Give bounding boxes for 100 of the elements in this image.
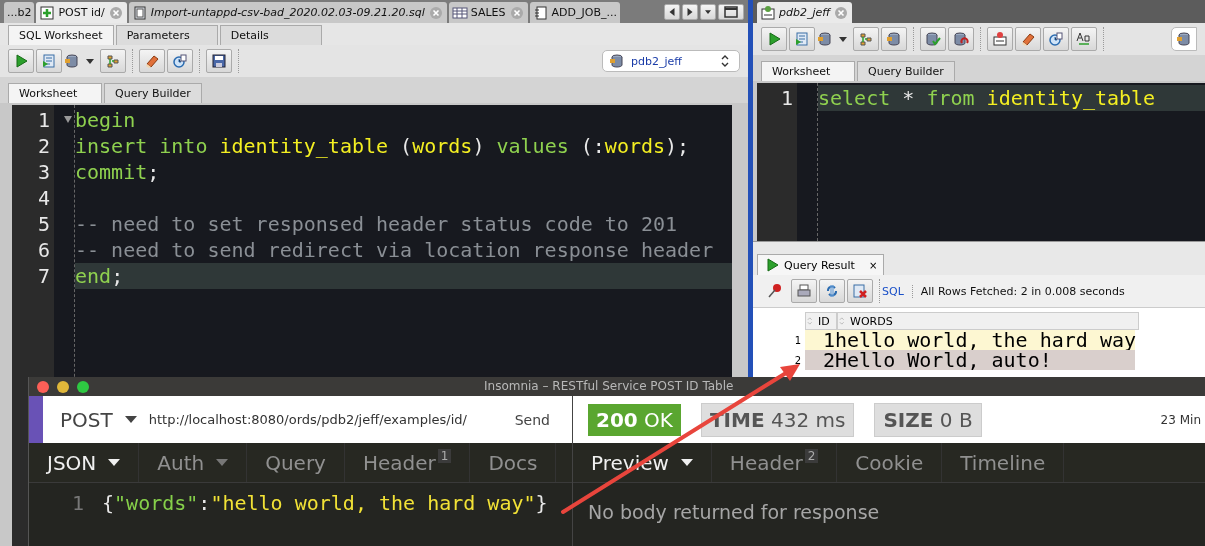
splitter-handle[interactable]: [753, 241, 1205, 252]
sql-file-button[interactable]: [987, 27, 1013, 51]
column-header[interactable]: ID: [805, 312, 837, 330]
refresh-button[interactable]: [819, 279, 845, 303]
tab-list-icon: [705, 7, 711, 16]
worksheet-tab[interactable]: Worksheet: [761, 61, 855, 81]
commit-button[interactable]: [920, 27, 946, 51]
request-tab[interactable]: Timeline: [942, 443, 1065, 482]
window-zoom-button[interactable]: [77, 380, 89, 393]
worksheet-plus-icon: [39, 4, 56, 21]
run-script-button[interactable]: [789, 27, 815, 51]
database-icon[interactable]: [64, 53, 80, 69]
window-minimize-button[interactable]: [57, 380, 69, 393]
close-button[interactable]: ×: [868, 259, 878, 271]
line-number: 5: [36, 211, 51, 237]
delete-button[interactable]: [847, 279, 873, 303]
run-script-icon: [794, 31, 810, 47]
explain-plan-icon: [858, 31, 874, 47]
code-line: select * from identity_table: [818, 86, 1156, 110]
fold-triangle-icon[interactable]: [64, 116, 72, 123]
connection-select[interactable]: pdb2_jeff: [602, 50, 740, 72]
document-tab[interactable]: ADD_JOB_...: [529, 2, 620, 23]
editor-tab[interactable]: SQL Worksheet: [8, 25, 114, 45]
document-tab[interactable]: pdb2_jeff: [757, 2, 853, 23]
worksheet-tab[interactable]: Worksheet: [8, 83, 102, 103]
code-line: -- need to send redirect via location response header: [75, 238, 714, 262]
code-line: commit;: [75, 160, 160, 184]
document-tab[interactable]: Import-untappd-csv-bad_2020.02.03-09.21.20.sql: [128, 2, 447, 23]
history-icon: [1048, 31, 1064, 47]
run-script-button[interactable]: [36, 49, 62, 73]
code-line: end;: [75, 264, 124, 288]
request-tab[interactable]: Auth: [139, 443, 248, 482]
timestamp: 23 Min: [1160, 412, 1201, 427]
table-cell: Hello World, auto!: [835, 350, 1135, 370]
save-button[interactable]: [206, 49, 232, 73]
tab-list-button[interactable]: [700, 3, 716, 20]
url-field[interactable]: http://localhost:8080/ords/pdb2/jeff/examples/id/: [148, 412, 467, 427]
result-row[interactable]: 1 1hello world, the hard way: [753, 330, 1205, 350]
eraser-icon: [144, 53, 160, 69]
eraser-button[interactable]: [1015, 27, 1041, 51]
request-tab[interactable]: Cookie: [837, 443, 943, 482]
run-statement-icon: [13, 53, 29, 69]
worksheet-icon: [760, 4, 776, 21]
scroll-right-button[interactable]: [682, 3, 698, 20]
history-button[interactable]: [1043, 27, 1069, 51]
worksheet-tab[interactable]: Query Builder: [104, 83, 202, 103]
line-number: 2: [36, 133, 51, 159]
refresh-icon: [824, 283, 840, 299]
code-editor[interactable]: 1 select * from identity_table: [757, 83, 1205, 241]
sql-file-icon: [992, 31, 1008, 47]
count-badge: 1: [437, 449, 452, 463]
pin-icon[interactable]: [767, 283, 783, 299]
table-cell: 1: [805, 330, 835, 350]
delete-icon: [852, 283, 868, 299]
run-script-icon: [41, 53, 57, 69]
format-button[interactable]: [1071, 27, 1097, 51]
run-statement-button[interactable]: [761, 27, 787, 51]
line-number: 1: [70, 491, 84, 515]
explain-plan-icon: [105, 53, 121, 69]
caret-icon: [124, 416, 137, 423]
result-tab[interactable]: Query Result ×: [757, 254, 885, 275]
request-tab[interactable]: Header 2: [711, 443, 838, 482]
code-line: insert into identity_table (words) values (:words);: [75, 134, 690, 158]
document-tab[interactable]: ...b2: [4, 2, 35, 23]
run-statement-icon: [766, 31, 782, 47]
document-tab[interactable]: SALES: [448, 2, 528, 23]
sql-link[interactable]: SQL: [882, 284, 904, 298]
print-icon: [796, 283, 812, 299]
autotrace-icon: [886, 31, 902, 47]
eraser-button[interactable]: [139, 49, 165, 73]
autotrace-button[interactable]: [881, 27, 907, 51]
request-tab[interactable]: Query: [247, 443, 345, 482]
send-button[interactable]: Send: [508, 410, 556, 429]
explain-plan-button[interactable]: [853, 27, 879, 51]
document-tab[interactable]: POST id/: [36, 2, 127, 23]
document-icon: [131, 4, 148, 21]
history-button[interactable]: [167, 49, 193, 73]
database-icon: [609, 53, 625, 69]
line-number: 1: [12, 107, 54, 133]
window-close-button[interactable]: [37, 380, 49, 393]
scroll-left-button[interactable]: [664, 3, 680, 20]
maximize-button[interactable]: [718, 3, 744, 20]
run-statement-button[interactable]: [8, 49, 34, 73]
print-button[interactable]: [791, 279, 817, 303]
format-icon: [1076, 31, 1092, 47]
editor-tab[interactable]: Parameters: [115, 25, 218, 45]
worksheet-tab[interactable]: Query Builder: [857, 61, 955, 81]
rollback-button[interactable]: [948, 27, 974, 51]
request-tab[interactable]: Header 1: [344, 443, 471, 482]
column-header[interactable]: WORDS: [837, 312, 1139, 330]
request-tab[interactable]: JSON: [29, 443, 140, 482]
connection-select[interactable]: [1171, 27, 1197, 51]
size-badge: SIZE 0 B: [874, 402, 982, 437]
explain-plan-button[interactable]: [100, 49, 126, 73]
request-tab[interactable]: Docs: [470, 443, 557, 482]
database-icon[interactable]: [817, 31, 833, 47]
line-number: 7: [36, 263, 51, 289]
editor-tab[interactable]: Details: [219, 25, 322, 45]
method-dropdown[interactable]: POST: [43, 407, 149, 432]
result-row[interactable]: 2 2Hello World, auto!: [753, 350, 1205, 370]
